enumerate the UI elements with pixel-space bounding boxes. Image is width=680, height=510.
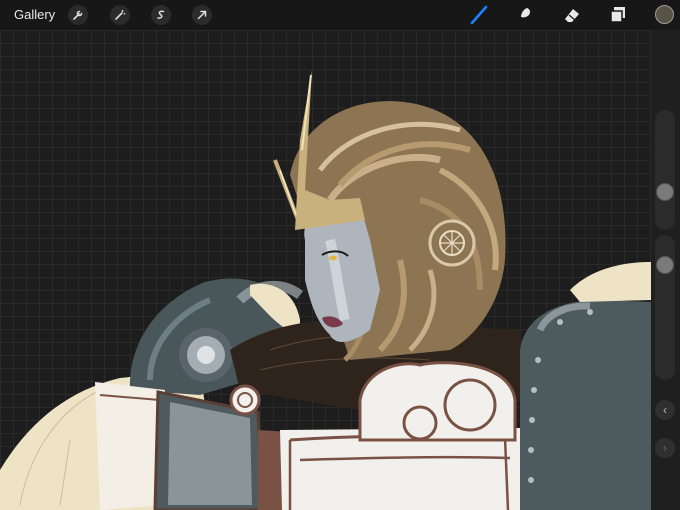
selection-icon xyxy=(157,10,165,19)
gallery-button[interactable]: Gallery xyxy=(14,7,55,22)
opacity-slider[interactable] xyxy=(655,235,675,380)
chevron-left-icon: ‹ xyxy=(663,403,667,417)
opacity-knob[interactable] xyxy=(656,256,674,274)
brush-tool-button[interactable] xyxy=(468,4,490,26)
smudge-tool-button[interactable] xyxy=(512,4,534,26)
brush-icon xyxy=(470,5,488,25)
brush-size-slider[interactable] xyxy=(655,110,675,230)
color-swatch[interactable] xyxy=(655,5,674,24)
layers-button[interactable] xyxy=(607,4,629,26)
artwork-illustration xyxy=(0,70,651,510)
eraser-tool-button[interactable] xyxy=(561,4,583,26)
eraser-icon xyxy=(565,9,579,22)
transform-button[interactable] xyxy=(192,5,212,25)
smudge-icon xyxy=(517,8,531,22)
top-toolbar: Gallery xyxy=(0,0,680,30)
brush-size-knob[interactable] xyxy=(656,183,674,201)
wrench-icon xyxy=(73,10,83,20)
undo-button[interactable]: ‹ xyxy=(655,400,675,420)
drawing-canvas[interactable] xyxy=(0,30,651,510)
redo-button[interactable]: › xyxy=(655,438,675,458)
transform-arrow-icon xyxy=(197,10,207,20)
right-sidebar: ‹ › xyxy=(651,30,680,510)
chevron-right-icon: › xyxy=(663,441,667,455)
actions-button[interactable] xyxy=(68,5,88,25)
layers-icon xyxy=(610,7,625,23)
magic-wand-icon xyxy=(115,10,126,20)
adjustments-button[interactable] xyxy=(110,5,130,25)
selection-button[interactable] xyxy=(151,5,171,25)
